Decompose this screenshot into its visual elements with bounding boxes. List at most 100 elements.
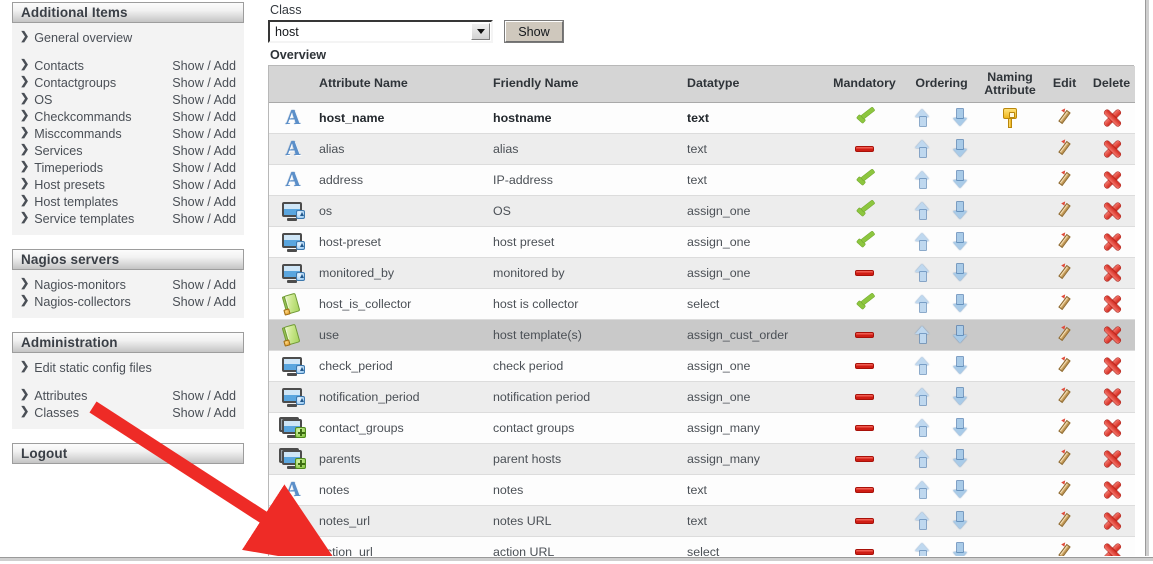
edit-pencil-icon[interactable]: [1056, 137, 1074, 158]
show-add-link[interactable]: Show / Add: [172, 110, 236, 124]
show-add-link[interactable]: Show / Add: [172, 76, 236, 90]
move-down-icon[interactable]: [952, 512, 968, 529]
delete-cell[interactable]: [1088, 350, 1136, 382]
edit-cell[interactable]: [1041, 505, 1089, 537]
edit-cell[interactable]: [1041, 412, 1089, 444]
move-up-icon[interactable]: [915, 419, 930, 436]
move-down-icon[interactable]: [952, 326, 968, 343]
edit-cell[interactable]: [1041, 102, 1089, 134]
edit-cell[interactable]: [1041, 474, 1089, 506]
move-down-icon[interactable]: [952, 264, 968, 281]
edit-cell[interactable]: [1041, 443, 1089, 475]
show-add-link[interactable]: Show / Add: [172, 127, 236, 141]
delete-x-icon[interactable]: [1103, 388, 1121, 406]
sidebar-item-host-presets[interactable]: ❯ Host presets Show / Add: [12, 176, 244, 193]
order-down-cell[interactable]: [941, 257, 980, 289]
delete-x-icon[interactable]: [1103, 233, 1121, 251]
order-down-cell[interactable]: [941, 381, 980, 413]
order-down-cell[interactable]: [941, 133, 980, 165]
delete-x-icon[interactable]: [1103, 295, 1121, 313]
sidebar-item-nagios-monitors[interactable]: ❯ Nagios-monitors Show / Add: [12, 276, 244, 293]
move-down-icon[interactable]: [952, 481, 968, 498]
order-up-cell[interactable]: [904, 350, 941, 382]
sidebar-item-service-templates[interactable]: ❯ Service templates Show / Add: [12, 210, 244, 227]
table-row[interactable]: notification_period notification period as…: [269, 381, 1136, 413]
delete-cell[interactable]: [1088, 195, 1136, 227]
delete-cell[interactable]: [1088, 505, 1136, 537]
move-up-icon[interactable]: [915, 512, 930, 529]
delete-cell[interactable]: [1088, 102, 1136, 134]
delete-cell[interactable]: [1088, 474, 1136, 506]
show-add-link[interactable]: Show / Add: [172, 144, 236, 158]
move-down-icon[interactable]: [952, 202, 968, 219]
sidebar-item-timeperiods[interactable]: ❯ Timeperiods Show / Add: [12, 159, 244, 176]
delete-cell[interactable]: [1088, 381, 1136, 413]
order-down-cell[interactable]: [941, 474, 980, 506]
move-up-icon[interactable]: [915, 450, 930, 467]
delete-cell[interactable]: [1088, 226, 1136, 258]
delete-x-icon[interactable]: [1103, 357, 1121, 375]
order-up-cell[interactable]: [904, 133, 941, 165]
move-down-icon[interactable]: [952, 233, 968, 250]
move-up-icon[interactable]: [915, 202, 930, 219]
delete-x-icon[interactable]: [1103, 202, 1121, 220]
delete-cell[interactable]: [1088, 164, 1136, 196]
show-add-link[interactable]: Show / Add: [172, 212, 236, 226]
delete-cell[interactable]: [1088, 133, 1136, 165]
show-add-link[interactable]: Show / Add: [172, 161, 236, 175]
chevron-down-icon[interactable]: [471, 23, 490, 40]
table-row[interactable]: contact_groups contact groups assign_many: [269, 412, 1136, 444]
edit-pencil-icon[interactable]: [1056, 447, 1074, 468]
move-up-icon[interactable]: [915, 171, 930, 188]
delete-cell[interactable]: [1088, 319, 1136, 351]
sidebar-item-edit-static-config-files[interactable]: ❯ Edit static config files: [12, 359, 244, 376]
delete-x-icon[interactable]: [1103, 481, 1121, 499]
move-down-icon[interactable]: [952, 450, 968, 467]
edit-pencil-icon[interactable]: [1056, 261, 1074, 282]
table-row[interactable]: Aaddress IP-address text: [269, 164, 1136, 196]
move-down-icon[interactable]: [952, 295, 968, 312]
delete-cell[interactable]: [1088, 443, 1136, 475]
delete-x-icon[interactable]: [1103, 109, 1121, 127]
order-down-cell[interactable]: [941, 412, 980, 444]
edit-cell[interactable]: [1041, 350, 1089, 382]
delete-cell[interactable]: [1088, 412, 1136, 444]
move-up-icon[interactable]: [915, 295, 930, 312]
table-row[interactable]: Anotes notes text: [269, 474, 1136, 506]
move-down-icon[interactable]: [952, 140, 968, 157]
edit-cell[interactable]: [1041, 257, 1089, 289]
show-button[interactable]: Show: [505, 21, 563, 42]
order-down-cell[interactable]: [941, 195, 980, 227]
order-down-cell[interactable]: [941, 288, 980, 320]
edit-pencil-icon[interactable]: [1056, 509, 1074, 530]
edit-pencil-icon[interactable]: [1056, 354, 1074, 375]
move-down-icon[interactable]: [952, 388, 968, 405]
sidebar-item-checkcommands[interactable]: ❯ Checkcommands Show / Add: [12, 108, 244, 125]
delete-x-icon[interactable]: [1103, 450, 1121, 468]
move-up-icon[interactable]: [915, 140, 930, 157]
table-row[interactable]: parents parent hosts assign_many: [269, 443, 1136, 475]
order-up-cell[interactable]: [904, 381, 941, 413]
sidebar-item-attributes[interactable]: ❯ Attributes Show / Add: [12, 387, 244, 404]
show-add-link[interactable]: Show / Add: [172, 406, 236, 420]
edit-cell[interactable]: [1041, 133, 1089, 165]
edit-pencil-icon[interactable]: [1056, 292, 1074, 313]
delete-cell[interactable]: [1088, 288, 1136, 320]
sidebar-item-contacts[interactable]: ❯ Contacts Show / Add: [12, 57, 244, 74]
move-down-icon[interactable]: [952, 109, 968, 126]
move-down-icon[interactable]: [952, 357, 968, 374]
order-up-cell[interactable]: [904, 102, 941, 134]
edit-pencil-icon[interactable]: [1056, 230, 1074, 251]
sidebar-item-services[interactable]: ❯ Services Show / Add: [12, 142, 244, 159]
edit-cell[interactable]: [1041, 381, 1089, 413]
edit-cell[interactable]: [1041, 195, 1089, 227]
order-up-cell[interactable]: [904, 226, 941, 258]
order-down-cell[interactable]: [941, 164, 980, 196]
show-add-link[interactable]: Show / Add: [172, 295, 236, 309]
delete-x-icon[interactable]: [1103, 326, 1121, 344]
order-up-cell[interactable]: [904, 412, 941, 444]
order-up-cell[interactable]: [904, 505, 941, 537]
table-row[interactable]: use host template(s) assign_cust_order: [269, 319, 1136, 351]
sidebar-item-os[interactable]: ❯ OS Show / Add: [12, 91, 244, 108]
move-up-icon[interactable]: [915, 233, 930, 250]
